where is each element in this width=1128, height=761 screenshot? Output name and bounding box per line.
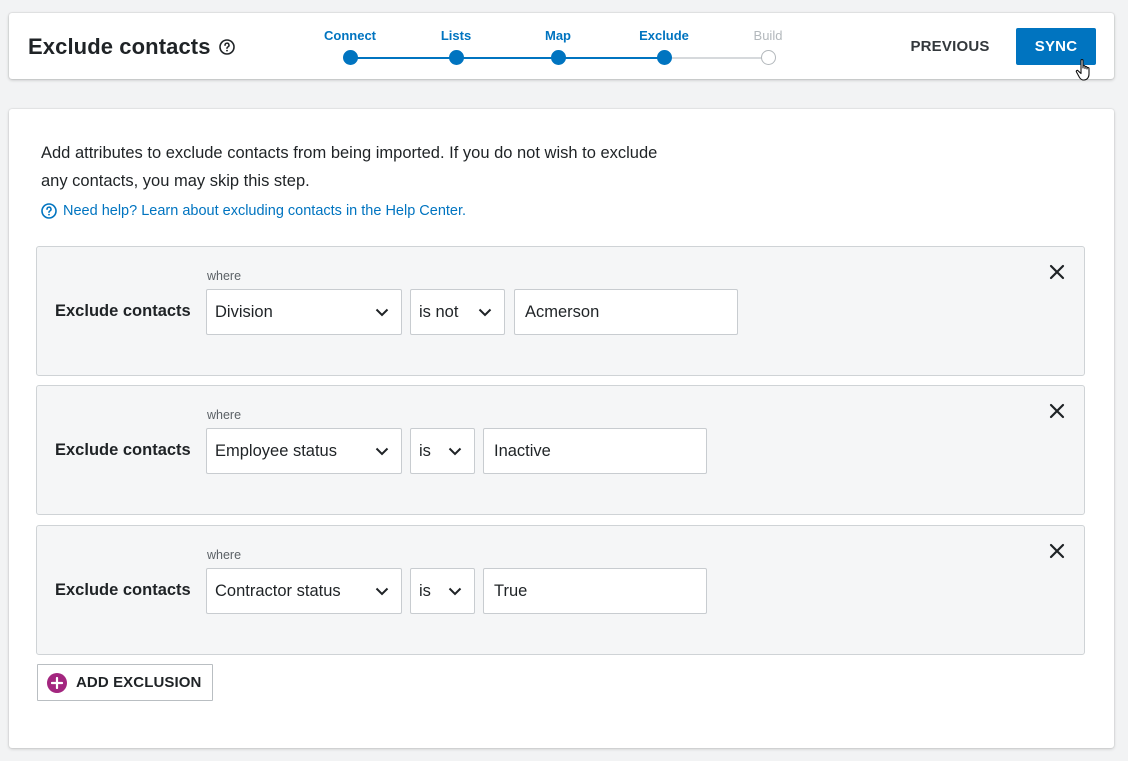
step-dot: [343, 50, 358, 65]
plus-icon: [47, 672, 67, 693]
step-dot: [449, 50, 464, 65]
chevron-down-icon: [448, 587, 462, 595]
chevron-down-icon: [478, 308, 492, 316]
attribute-select[interactable]: Employee status: [206, 428, 402, 474]
help-circle-icon: [41, 203, 57, 219]
intro-text: Add attributes to exclude contacts from …: [41, 139, 761, 195]
header-bar: Exclude contacts Connect Lists Map Exclu…: [9, 13, 1114, 81]
step-dot: [761, 50, 776, 65]
where-label: where: [207, 548, 242, 562]
step-map[interactable]: Map: [513, 13, 603, 65]
page-title-text: Exclude contacts: [28, 34, 211, 59]
page-title: Exclude contacts: [28, 34, 235, 60]
rule-label: Exclude contacts: [55, 441, 191, 459]
remove-rule-close-icon[interactable]: [1048, 542, 1066, 560]
where-label: where: [207, 269, 242, 283]
exclusion-panel: Add attributes to exclude contacts from …: [9, 109, 1114, 748]
step-label: Map: [545, 28, 571, 43]
operator-select-value: is: [419, 441, 431, 460]
step-connect[interactable]: Connect: [305, 13, 395, 65]
value-input[interactable]: [483, 428, 707, 474]
rule-label: Exclude contacts: [55, 302, 191, 320]
add-exclusion-button[interactable]: ADD EXCLUSION: [37, 664, 213, 701]
previous-button[interactable]: PREVIOUS: [904, 27, 996, 65]
chevron-down-icon: [375, 587, 389, 595]
attribute-select[interactable]: Contractor status: [206, 568, 402, 614]
step-label: Build: [753, 28, 783, 43]
add-exclusion-label: ADD EXCLUSION: [76, 674, 202, 691]
intro-line: Add attributes to exclude contacts from …: [41, 144, 658, 162]
operator-select[interactable]: is: [410, 568, 475, 614]
attribute-select-value: Contractor status: [215, 581, 341, 600]
attribute-select-value: Division: [215, 302, 273, 321]
step-label: Lists: [440, 28, 472, 43]
operator-select-value: is: [419, 581, 431, 600]
step-dot: [657, 50, 672, 65]
help-link-text: Need help? Learn about excluding contact…: [63, 203, 467, 219]
exclusion-rule: Exclude contacts where Contractor status…: [36, 525, 1085, 655]
step-label: Exclude: [639, 28, 689, 43]
value-input[interactable]: [483, 568, 707, 614]
stepper-track-complete: [350, 57, 664, 59]
value-input[interactable]: [514, 289, 738, 335]
chevron-down-icon: [375, 447, 389, 455]
step-exclude[interactable]: Exclude: [619, 13, 709, 65]
attribute-select-value: Employee status: [215, 441, 337, 460]
exclusion-rule: Exclude contacts where Employee status i…: [36, 385, 1085, 515]
exclusion-rule: Exclude contacts where Division is not: [36, 246, 1085, 376]
step-lists[interactable]: Lists: [411, 13, 501, 65]
chevron-down-icon: [448, 447, 462, 455]
remove-rule-close-icon[interactable]: [1048, 263, 1066, 281]
chevron-down-icon: [375, 308, 389, 316]
rule-label: Exclude contacts: [55, 581, 191, 599]
operator-select-value: is not: [419, 302, 459, 321]
stepper-track-remaining: [664, 57, 768, 59]
where-label: where: [207, 408, 242, 422]
help-center-link[interactable]: Need help? Learn about excluding contact…: [41, 203, 466, 219]
step-label: Connect: [324, 28, 376, 43]
remove-rule-close-icon[interactable]: [1048, 402, 1066, 420]
help-icon[interactable]: [218, 39, 235, 55]
progress-stepper: Connect Lists Map Exclude Build: [309, 13, 789, 79]
attribute-select[interactable]: Division: [206, 289, 402, 335]
step-dot: [551, 50, 566, 65]
operator-select[interactable]: is not: [410, 289, 505, 335]
operator-select[interactable]: is: [410, 428, 475, 474]
step-build: Build: [723, 13, 813, 65]
hand-cursor-icon: [1075, 59, 1090, 81]
intro-line: any contacts, you may skip this step.: [41, 172, 310, 190]
